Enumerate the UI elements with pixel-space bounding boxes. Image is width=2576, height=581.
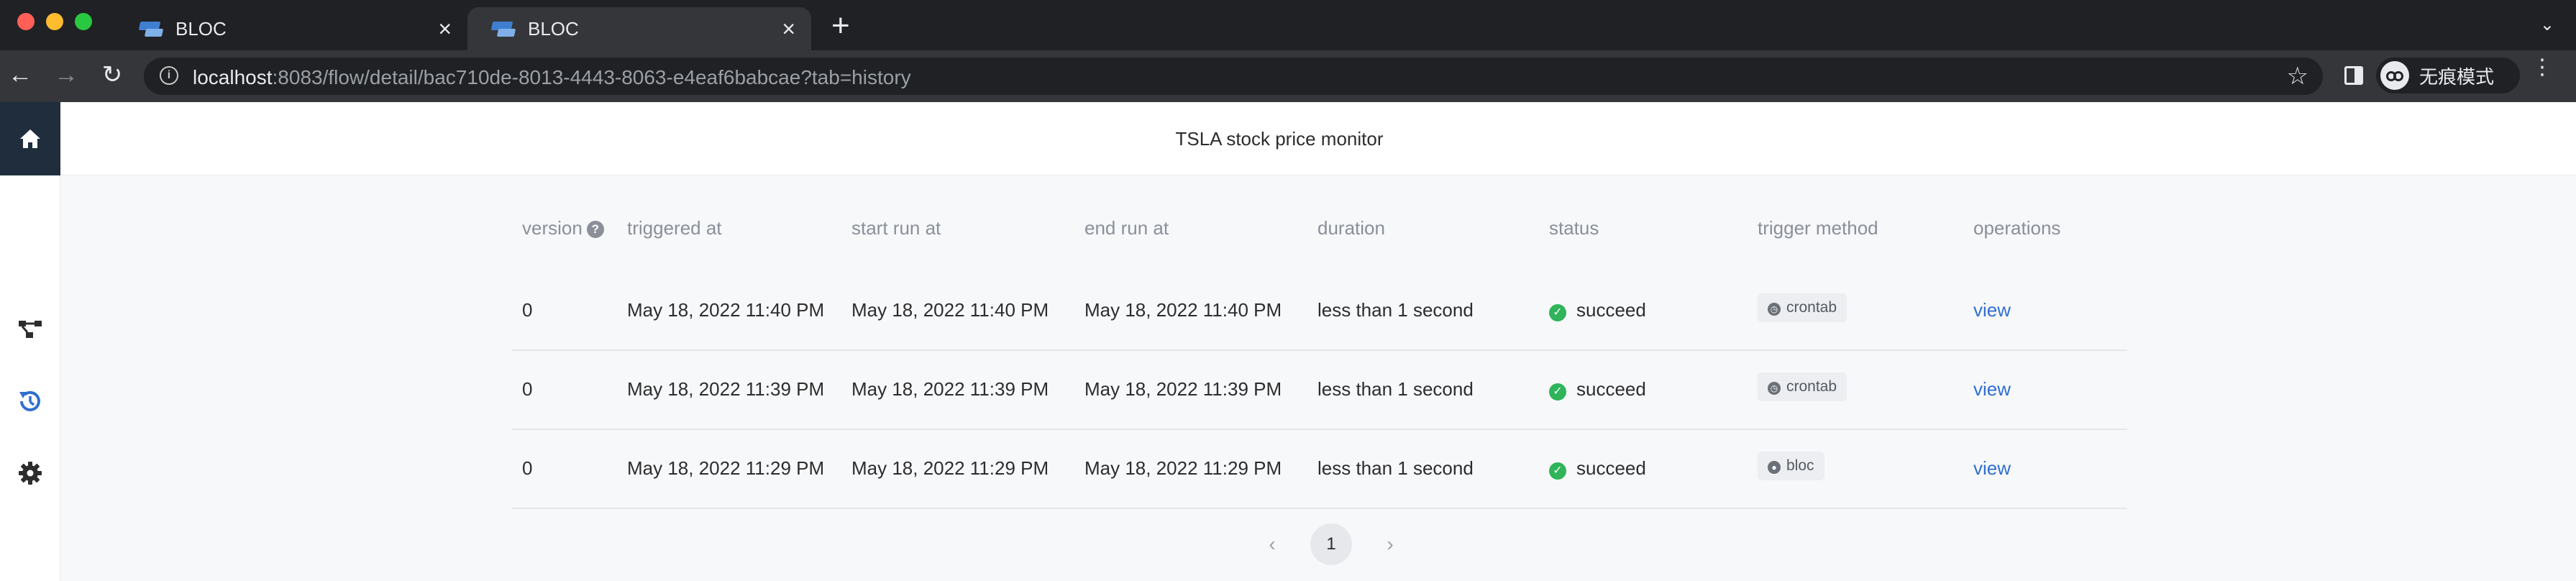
cell-end-run-at: May 18, 2022 11:40 PM [1084,299,1282,321]
status-text: succeed [1576,299,1646,321]
tab-close-icon[interactable]: × [782,17,795,40]
bookmark-star-icon[interactable]: ☆ [2287,62,2308,91]
trigger-method-text: crontab [1786,378,1837,395]
site-info-icon[interactable]: i [160,66,178,85]
side-panel-icon[interactable] [2344,66,2363,85]
window-minimize-button[interactable] [46,13,63,30]
status-text: succeed [1576,378,1646,400]
browser-toolbar: ← → ↻ i localhost:8083/flow/detail/bac71… [0,50,2576,102]
trigger-method-text: crontab [1786,299,1837,316]
check-circle-icon: ✓ [1549,383,1566,401]
run-history-table: version? triggered at start run at end r… [512,188,2127,509]
tab-search-chevron-icon[interactable]: ⌄ [2540,14,2554,35]
cell-start-run-at: May 18, 2022 11:29 PM [851,457,1049,479]
check-circle-icon: ✓ [1549,462,1566,480]
trigger-method-tag: ● bloc [1758,452,1824,480]
sidebar-item-home[interactable] [0,102,60,175]
prev-page-chevron-icon[interactable]: ‹ [1251,533,1293,556]
check-circle-icon: ✓ [1549,304,1566,321]
view-link[interactable]: view [1973,457,2011,480]
forward-arrow-icon[interactable]: → [50,59,82,91]
cell-version: 0 [522,299,533,321]
view-link[interactable]: view [1973,299,2011,321]
incognito-icon [2380,61,2409,90]
table-header: version? triggered at start run at end r… [512,188,2127,272]
column-header-operations: operations [1973,217,2061,239]
url-host: localhost [193,66,273,88]
cell-version: 0 [522,457,533,479]
table-row: 0 May 18, 2022 11:39 PM May 18, 2022 11:… [512,351,2127,430]
user-icon: ● [1768,461,1781,474]
sidebar-item-settings[interactable] [0,452,60,495]
clock-icon: ◷ [1768,303,1781,316]
url-path: :8083/flow/detail/bac710de-8013-4443-806… [272,66,911,88]
tab-title: BLOC [175,17,227,40]
page-title: TSLA stock price monitor [1175,128,1384,150]
column-header-start-run-at: start run at [851,217,941,239]
column-header-end-run-at: end run at [1084,217,1169,239]
clock-icon: ◷ [1768,382,1781,395]
table-row: 0 May 18, 2022 11:29 PM May 18, 2022 11:… [512,430,2127,509]
back-arrow-icon[interactable]: ← [4,59,36,91]
app-sidebar [0,102,60,581]
history-icon [19,390,40,411]
help-icon[interactable]: ? [586,221,604,238]
cell-duration: less than 1 second [1317,378,1474,400]
cell-end-run-at: May 18, 2022 11:29 PM [1084,457,1282,479]
cell-start-run-at: May 18, 2022 11:39 PM [851,378,1049,400]
window-zoom-button[interactable] [75,13,92,30]
url-text[interactable]: localhost:8083/flow/detail/bac710de-8013… [193,66,911,89]
bloc-favicon-icon [138,20,164,37]
cell-status: ✓ succeed [1549,299,1646,321]
next-page-chevron-icon[interactable]: › [1369,533,1411,556]
tab-close-icon[interactable]: × [438,17,452,40]
table-row: 0 May 18, 2022 11:40 PM May 18, 2022 11:… [512,272,2127,351]
browser-tab[interactable]: BLOC × [115,7,467,50]
column-header-status: status [1549,217,1599,239]
trigger-method-tag: ◷ crontab [1758,372,1847,401]
cell-end-run-at: May 18, 2022 11:39 PM [1084,378,1282,400]
home-icon [20,129,40,148]
cell-triggered-at: May 18, 2022 11:40 PM [627,299,825,321]
cell-start-run-at: May 18, 2022 11:40 PM [851,299,1049,321]
window-close-button[interactable] [17,13,35,30]
trigger-method-text: bloc [1786,457,1814,474]
status-text: succeed [1576,457,1646,479]
column-header-trigger-method: trigger method [1758,217,1878,239]
browser-tab-active[interactable]: BLOC × [467,7,811,50]
new-tab-icon[interactable]: + [831,10,850,42]
cell-duration: less than 1 second [1317,299,1474,321]
pagination: ‹ 1 › [1251,523,1411,565]
cell-version: 0 [522,378,533,400]
reload-icon[interactable]: ↻ [96,59,128,91]
cell-status: ✓ succeed [1549,457,1646,480]
incognito-indicator[interactable]: 无痕模式 [2376,58,2520,93]
address-bar[interactable]: i localhost:8083/flow/detail/bac710de-80… [144,58,2323,95]
tab-title: BLOC [528,17,579,40]
column-header-triggered-at: triggered at [627,217,722,239]
cell-triggered-at: May 18, 2022 11:29 PM [627,457,825,479]
flow-icon [19,321,42,338]
settings-icon [19,462,42,485]
column-header-duration: duration [1317,217,1385,239]
page-number-button[interactable]: 1 [1310,523,1352,565]
cell-triggered-at: May 18, 2022 11:39 PM [627,378,825,400]
column-header-version: version? [522,217,604,239]
cell-duration: less than 1 second [1317,457,1474,479]
page-header: TSLA stock price monitor [60,102,2576,175]
browser-tab-bar: BLOC × BLOC × + ⌄ [0,0,2576,50]
sidebar-item-flow[interactable] [0,308,60,351]
bloc-favicon-icon [490,20,516,37]
view-link[interactable]: view [1973,378,2011,401]
incognito-label: 无痕模式 [2419,65,2495,88]
browser-menu-icon[interactable]: ⋮ [2531,57,2553,78]
cell-status: ✓ succeed [1549,378,1646,401]
sidebar-item-history[interactable] [0,380,60,423]
trigger-method-tag: ◷ crontab [1758,293,1847,322]
